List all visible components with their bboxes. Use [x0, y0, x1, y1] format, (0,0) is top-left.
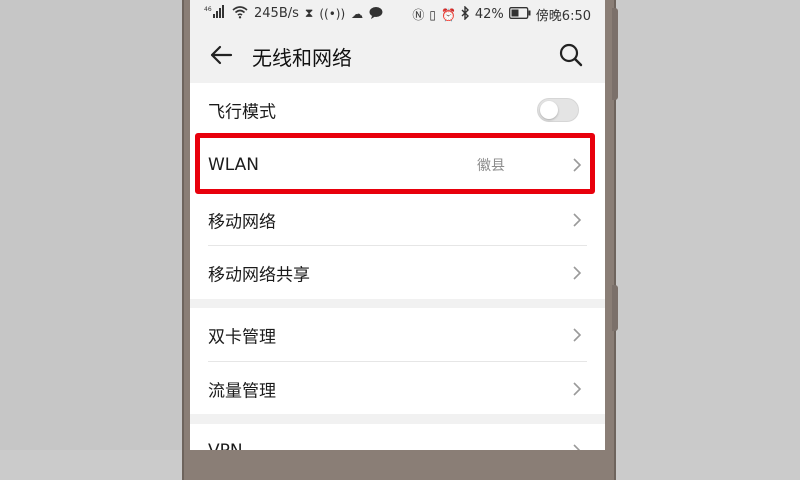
- network-settings-group: 飞行模式 WLAN 徽县 移动网络 移动网络共享: [190, 83, 605, 299]
- data-usage-label: 流量管理: [208, 381, 276, 401]
- phone-screen: 46 245B/s ⧗ ((•)) ☁ Ⓝ ▯ ⏰ 42% 傍晚6:50 无线和…: [190, 0, 605, 450]
- wlan-label: WLAN: [208, 154, 260, 175]
- status-bar: 46 245B/s ⧗ ((•)) ☁ Ⓝ ▯ ⏰ 42% 傍晚6:50: [190, 0, 605, 28]
- hotspot-icon: ((•)): [319, 6, 346, 21]
- search-icon[interactable]: [557, 41, 585, 69]
- hotspot-label: 移动网络共享: [208, 265, 310, 285]
- sim-settings-group: 双卡管理 流量管理: [190, 308, 605, 414]
- chevron-right-icon: [573, 265, 582, 280]
- chevron-right-icon: [573, 212, 582, 227]
- background-right: [612, 0, 800, 450]
- wlan-connected-network: 徽县: [477, 157, 505, 174]
- svg-text:46: 46: [204, 6, 212, 13]
- dual-sim-label: 双卡管理: [208, 327, 276, 347]
- chevron-right-icon: [573, 443, 581, 450]
- hourglass-icon: ⧗: [304, 6, 314, 20]
- battery-icon: [508, 7, 531, 22]
- wlan-row[interactable]: WLAN 徽县: [190, 138, 605, 191]
- hotspot-row[interactable]: 移动网络共享: [190, 246, 605, 299]
- vibrate-icon: ▯: [429, 7, 436, 22]
- clock: 傍晚6:50: [535, 9, 591, 24]
- vpn-settings-group: VPN: [190, 424, 605, 450]
- wifi-icon: [232, 5, 248, 22]
- cloud-icon: ☁: [351, 6, 364, 21]
- chevron-right-icon: [573, 327, 582, 342]
- chevron-right-icon: [573, 157, 582, 172]
- page-title: 无线和网络: [252, 46, 352, 70]
- bluetooth-icon: [461, 5, 470, 23]
- message-icon: [369, 6, 383, 22]
- chevron-right-icon: [573, 381, 582, 396]
- toolbar: 无线和网络: [190, 30, 605, 80]
- toggle-knob: [540, 100, 558, 119]
- back-arrow-icon[interactable]: [206, 40, 236, 70]
- vpn-label: VPN: [208, 441, 243, 451]
- mobile-network-label: 移动网络: [208, 212, 276, 232]
- alarm-icon: ⏰: [440, 7, 456, 22]
- battery-percent: 42%: [474, 7, 504, 22]
- cellular-signal-icon: 46: [204, 5, 226, 22]
- volume-button: [612, 8, 618, 100]
- airplane-mode-row[interactable]: 飞行模式: [190, 83, 605, 136]
- dual-sim-row[interactable]: 双卡管理: [190, 308, 605, 361]
- airplane-mode-toggle[interactable]: [537, 97, 579, 122]
- nfc-icon: Ⓝ: [412, 8, 425, 22]
- vpn-row[interactable]: VPN: [190, 424, 605, 450]
- mobile-network-row[interactable]: 移动网络: [190, 193, 605, 246]
- airplane-mode-label: 飞行模式: [208, 102, 276, 122]
- power-button: [612, 285, 618, 331]
- network-speed: 245B/s: [254, 6, 299, 21]
- data-usage-row[interactable]: 流量管理: [190, 362, 605, 415]
- background-left: [0, 0, 182, 450]
